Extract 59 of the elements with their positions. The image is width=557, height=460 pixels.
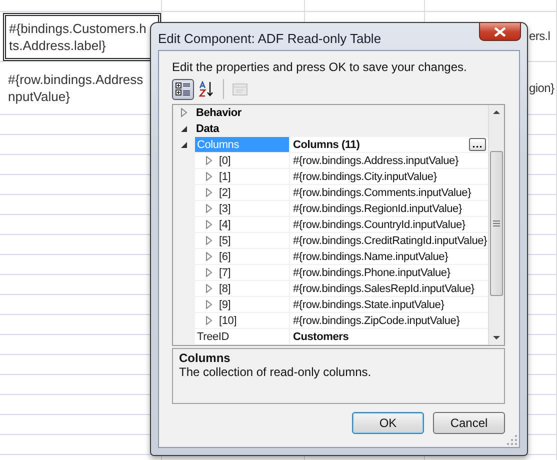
property-name[interactable]: [9] (219, 298, 231, 310)
property-name[interactable]: [0] (219, 154, 231, 166)
sort-az-icon (199, 81, 215, 97)
property-value: Customers (293, 330, 349, 342)
property-name[interactable]: [7] (219, 266, 231, 278)
cell-text: gion} (529, 80, 554, 96)
collapsed-arrow-icon[interactable] (205, 252, 213, 261)
property-value: #{row.bindings.State.inputValue} (293, 298, 444, 310)
property-value: #{row.bindings.City.inputValue} (293, 170, 437, 182)
collapsed-arrow-icon[interactable] (205, 284, 213, 293)
scroll-thumb[interactable] (490, 151, 503, 296)
property-name[interactable]: [8] (219, 282, 231, 294)
collapsed-arrow-icon[interactable] (205, 268, 213, 277)
collapsed-arrow-icon[interactable] (205, 204, 213, 213)
property-value: #{row.bindings.SalesRepId.inputValue} (293, 282, 474, 294)
resize-grip-icon[interactable] (507, 435, 517, 445)
collapsed-arrow-icon[interactable] (205, 220, 213, 229)
category-label: Data (195, 122, 220, 136)
property-name[interactable]: [1] (219, 170, 231, 182)
description-title: Columns (179, 351, 232, 365)
categorized-button[interactable] (172, 78, 194, 100)
property-value: #{row.bindings.ZipCode.inputValue} (293, 314, 460, 326)
scrollbar[interactable] (488, 105, 504, 345)
property-value: #{row.bindings.Phone.inputValue} (293, 266, 450, 278)
property-value: #{row.bindings.RegionId.inputValue} (293, 202, 462, 214)
property-value: #{row.bindings.CountryId.inputValue} (293, 218, 466, 230)
property-value: #{row.bindings.Comments.inputValue} (293, 186, 472, 198)
property-name[interactable]: TreeID (195, 329, 290, 344)
expanded-arrow-icon[interactable] (180, 140, 188, 148)
property-name[interactable]: [2] (219, 186, 231, 198)
collapsed-arrow-icon[interactable] (205, 236, 213, 245)
category-label: Behavior (195, 106, 242, 120)
ok-button[interactable]: OK (352, 412, 424, 434)
property-value: #{row.bindings.Name.inputValue} (293, 250, 448, 262)
close-icon (494, 26, 506, 36)
ellipsis-icon (473, 145, 482, 148)
property-pages-icon (232, 81, 248, 97)
close-button[interactable] (479, 22, 521, 41)
cell-text: #{row.bindings.Address nputValue} (7, 71, 144, 105)
property-value: #{row.bindings.Address.inputValue} (293, 154, 458, 166)
cancel-button[interactable]: Cancel (433, 412, 505, 434)
property-name[interactable]: [3] (219, 202, 231, 214)
property-value: #{row.bindings.CreditRatingId.inputValue} (293, 234, 488, 246)
property-name[interactable]: [4] (219, 218, 231, 230)
property-value: Columns (11) (293, 138, 360, 150)
collapsed-arrow-icon[interactable] (205, 156, 213, 165)
instruction-text: Edit the properties and press OK to save your changes. (171, 59, 468, 74)
categorized-list-icon (175, 81, 191, 97)
property-name[interactable]: [5] (219, 234, 231, 246)
collapsed-arrow-icon[interactable] (205, 300, 213, 309)
window-title: Edit Component: ADF Read-only Table (158, 31, 382, 46)
description-text: The collection of read-only columns. (179, 365, 372, 379)
collapsed-arrow-icon[interactable] (205, 188, 213, 197)
ellipsis-button[interactable] (469, 138, 486, 151)
collapsed-arrow-icon[interactable] (205, 172, 213, 181)
property-name[interactable]: [6] (219, 250, 231, 262)
collapsed-arrow-icon[interactable] (205, 316, 213, 325)
property-name[interactable]: [10] (219, 314, 237, 326)
cell-text: ers.l (529, 28, 550, 45)
